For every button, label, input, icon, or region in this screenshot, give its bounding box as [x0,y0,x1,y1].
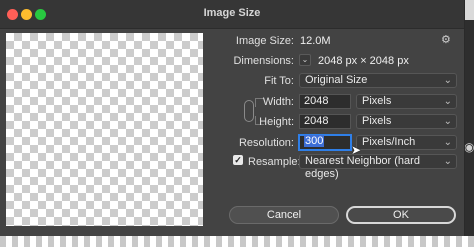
width-unit-dropdown[interactable]: Pixels ⌄ [356,94,457,109]
width-input[interactable]: 2048 [299,94,351,109]
window-title: Image Size [203,7,261,19]
dimensions-label: Dimensions: [233,55,294,67]
fit-to-value: Original Size [305,74,368,86]
dimensions-units-button[interactable]: ⌄ [299,54,311,66]
height-unit-value: Pixels [362,115,392,127]
dimensions-value: 2048 px × 2048 px [318,55,409,67]
width-label: Width: [262,96,294,108]
resample-checkbox[interactable]: ✓ [233,155,243,165]
resolution-unit-dropdown[interactable]: Pixels/Inch ⌄ [356,135,457,150]
resolution-value: 300 [304,135,325,147]
chevron-down-icon: ⌄ [443,137,452,148]
fit-to-label: Fit To: [264,75,294,87]
resolution-input[interactable]: 300 [298,134,352,151]
height-label: Height: [259,116,294,128]
chevron-down-icon: ⌄ [443,75,452,86]
chevron-down-icon: ⌄ [443,116,452,127]
mouse-pointer-icon: ➤ [351,143,362,157]
gear-icon[interactable]: ⚙ [441,33,451,46]
chevron-down-icon: ⌄ [301,55,309,64]
image-size-label: Image Size: [235,35,294,47]
chevron-down-icon: ⌄ [443,96,452,107]
checkmark-icon: ✓ [234,155,242,165]
resample-label: Resample: [248,156,301,168]
width-unit-value: Pixels [362,95,392,107]
resolution-label: Resolution: [238,137,294,149]
eye-icon[interactable]: ◉ [464,140,474,154]
resolution-unit-value: Pixels/Inch [362,136,416,148]
height-input[interactable]: 2048 [299,114,351,129]
resample-dropdown[interactable]: Nearest Neighbor (hard edges) ⌄ [299,154,457,180]
background-strip [464,0,474,20]
cancel-button[interactable]: Cancel [229,206,339,224]
chevron-down-icon: ⌄ [443,156,452,167]
image-size-value: 12.0M [300,35,331,47]
image-preview[interactable] [6,33,203,226]
resample-method-value: Nearest Neighbor (hard edges) [305,155,420,180]
height-unit-dropdown[interactable]: Pixels ⌄ [356,114,457,129]
image-size-dialog: Image Size Image Size: 12.0M ⚙ Dimension… [0,0,465,236]
title-bar[interactable]: Image Size [0,0,464,29]
background-panel: ◉ [464,0,474,247]
background-canvas [0,236,474,247]
fit-to-dropdown[interactable]: Original Size ⌄ [299,73,457,88]
ok-button[interactable]: OK [346,206,456,224]
